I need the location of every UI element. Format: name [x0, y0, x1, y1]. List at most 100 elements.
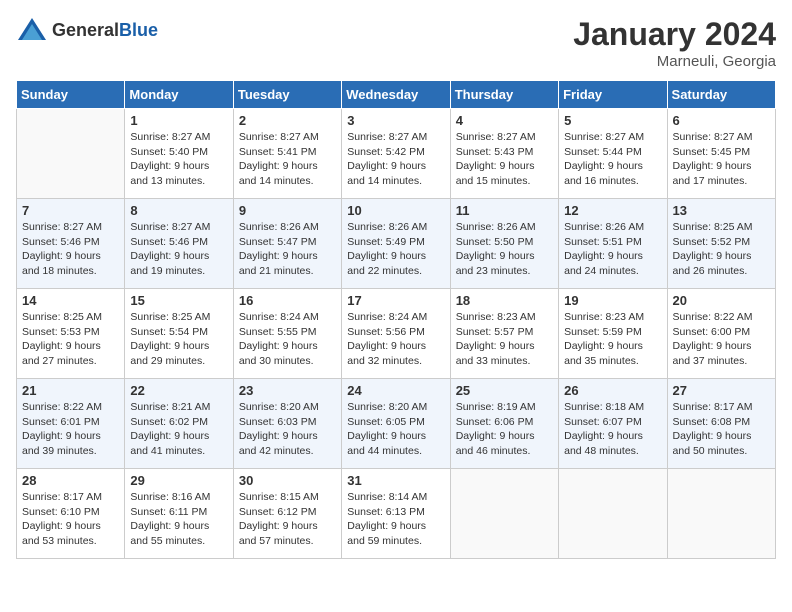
sunrise-text: Sunrise: 8:26 AM [347, 221, 427, 233]
sunset-text: Sunset: 5:46 PM [22, 236, 100, 248]
day-number: 2 [239, 113, 336, 128]
daylight-text: Daylight: 9 hours and 59 minutes. [347, 520, 426, 547]
sunset-text: Sunset: 6:12 PM [239, 506, 317, 518]
day-number: 29 [130, 473, 227, 488]
daylight-text: Daylight: 9 hours and 17 minutes. [673, 160, 752, 187]
page-container: GeneralBlue January 2024 Marneuli, Georg… [16, 16, 776, 559]
table-row: 15 Sunrise: 8:25 AM Sunset: 5:54 PM Dayl… [125, 289, 233, 379]
day-number: 10 [347, 203, 444, 218]
table-row: 30 Sunrise: 8:15 AM Sunset: 6:12 PM Dayl… [233, 469, 341, 559]
sunset-text: Sunset: 5:57 PM [456, 326, 534, 338]
day-number: 13 [673, 203, 770, 218]
table-row: 25 Sunrise: 8:19 AM Sunset: 6:06 PM Dayl… [450, 379, 558, 469]
day-number: 23 [239, 383, 336, 398]
daylight-text: Daylight: 9 hours and 19 minutes. [130, 250, 209, 277]
sunset-text: Sunset: 5:46 PM [130, 236, 208, 248]
sunrise-text: Sunrise: 8:27 AM [564, 131, 644, 143]
title-area: January 2024 Marneuli, Georgia [573, 16, 776, 70]
day-number: 24 [347, 383, 444, 398]
sunset-text: Sunset: 5:42 PM [347, 146, 425, 158]
sunrise-text: Sunrise: 8:26 AM [564, 221, 644, 233]
table-row [559, 469, 667, 559]
logo-blue: Blue [119, 20, 158, 40]
sunrise-text: Sunrise: 8:16 AM [130, 491, 210, 503]
day-number: 20 [673, 293, 770, 308]
table-row: 2 Sunrise: 8:27 AM Sunset: 5:41 PM Dayli… [233, 109, 341, 199]
sunset-text: Sunset: 5:41 PM [239, 146, 317, 158]
sunset-text: Sunset: 5:43 PM [456, 146, 534, 158]
day-number: 9 [239, 203, 336, 218]
sunrise-text: Sunrise: 8:17 AM [673, 401, 753, 413]
daylight-text: Daylight: 9 hours and 29 minutes. [130, 340, 209, 367]
sunrise-text: Sunrise: 8:25 AM [130, 311, 210, 323]
daylight-text: Daylight: 9 hours and 44 minutes. [347, 430, 426, 457]
table-row [17, 109, 125, 199]
table-row: 24 Sunrise: 8:20 AM Sunset: 6:05 PM Dayl… [342, 379, 450, 469]
day-number: 21 [22, 383, 119, 398]
sunset-text: Sunset: 5:49 PM [347, 236, 425, 248]
table-row: 11 Sunrise: 8:26 AM Sunset: 5:50 PM Dayl… [450, 199, 558, 289]
table-row: 12 Sunrise: 8:26 AM Sunset: 5:51 PM Dayl… [559, 199, 667, 289]
sunrise-text: Sunrise: 8:23 AM [456, 311, 536, 323]
table-row: 4 Sunrise: 8:27 AM Sunset: 5:43 PM Dayli… [450, 109, 558, 199]
col-wednesday: Wednesday [342, 81, 450, 109]
table-row: 13 Sunrise: 8:25 AM Sunset: 5:52 PM Dayl… [667, 199, 775, 289]
logo-general: General [52, 20, 119, 40]
day-number: 25 [456, 383, 553, 398]
sunset-text: Sunset: 6:13 PM [347, 506, 425, 518]
col-sunday: Sunday [17, 81, 125, 109]
month-title: January 2024 [573, 16, 776, 53]
daylight-text: Daylight: 9 hours and 33 minutes. [456, 340, 535, 367]
table-row: 26 Sunrise: 8:18 AM Sunset: 6:07 PM Dayl… [559, 379, 667, 469]
sunset-text: Sunset: 6:07 PM [564, 416, 642, 428]
sunrise-text: Sunrise: 8:18 AM [564, 401, 644, 413]
sunrise-text: Sunrise: 8:25 AM [673, 221, 753, 233]
table-row [667, 469, 775, 559]
sunset-text: Sunset: 5:45 PM [673, 146, 751, 158]
daylight-text: Daylight: 9 hours and 16 minutes. [564, 160, 643, 187]
sunset-text: Sunset: 5:56 PM [347, 326, 425, 338]
sunset-text: Sunset: 6:03 PM [239, 416, 317, 428]
sunset-text: Sunset: 6:06 PM [456, 416, 534, 428]
table-row: 31 Sunrise: 8:14 AM Sunset: 6:13 PM Dayl… [342, 469, 450, 559]
sunset-text: Sunset: 5:40 PM [130, 146, 208, 158]
calendar-table: Sunday Monday Tuesday Wednesday Thursday… [16, 80, 776, 559]
sunset-text: Sunset: 6:00 PM [673, 326, 751, 338]
day-number: 27 [673, 383, 770, 398]
header: GeneralBlue January 2024 Marneuli, Georg… [16, 16, 776, 70]
day-number: 3 [347, 113, 444, 128]
table-row: 27 Sunrise: 8:17 AM Sunset: 6:08 PM Dayl… [667, 379, 775, 469]
table-row: 6 Sunrise: 8:27 AM Sunset: 5:45 PM Dayli… [667, 109, 775, 199]
day-number: 11 [456, 203, 553, 218]
sunrise-text: Sunrise: 8:24 AM [347, 311, 427, 323]
sunrise-text: Sunrise: 8:22 AM [22, 401, 102, 413]
sunset-text: Sunset: 5:54 PM [130, 326, 208, 338]
calendar-week-row: 1 Sunrise: 8:27 AM Sunset: 5:40 PM Dayli… [17, 109, 776, 199]
location-title: Marneuli, Georgia [573, 53, 776, 70]
table-row: 17 Sunrise: 8:24 AM Sunset: 5:56 PM Dayl… [342, 289, 450, 379]
table-row: 20 Sunrise: 8:22 AM Sunset: 6:00 PM Dayl… [667, 289, 775, 379]
day-number: 31 [347, 473, 444, 488]
sunrise-text: Sunrise: 8:27 AM [130, 221, 210, 233]
daylight-text: Daylight: 9 hours and 53 minutes. [22, 520, 101, 547]
table-row: 23 Sunrise: 8:20 AM Sunset: 6:03 PM Dayl… [233, 379, 341, 469]
sunrise-text: Sunrise: 8:27 AM [456, 131, 536, 143]
table-row: 21 Sunrise: 8:22 AM Sunset: 6:01 PM Dayl… [17, 379, 125, 469]
daylight-text: Daylight: 9 hours and 24 minutes. [564, 250, 643, 277]
sunset-text: Sunset: 5:59 PM [564, 326, 642, 338]
day-number: 15 [130, 293, 227, 308]
daylight-text: Daylight: 9 hours and 14 minutes. [239, 160, 318, 187]
daylight-text: Daylight: 9 hours and 21 minutes. [239, 250, 318, 277]
sunset-text: Sunset: 5:51 PM [564, 236, 642, 248]
sunrise-text: Sunrise: 8:27 AM [673, 131, 753, 143]
daylight-text: Daylight: 9 hours and 30 minutes. [239, 340, 318, 367]
sunset-text: Sunset: 6:02 PM [130, 416, 208, 428]
day-number: 12 [564, 203, 661, 218]
day-number: 28 [22, 473, 119, 488]
table-row: 5 Sunrise: 8:27 AM Sunset: 5:44 PM Dayli… [559, 109, 667, 199]
sunset-text: Sunset: 5:44 PM [564, 146, 642, 158]
daylight-text: Daylight: 9 hours and 14 minutes. [347, 160, 426, 187]
daylight-text: Daylight: 9 hours and 46 minutes. [456, 430, 535, 457]
day-number: 1 [130, 113, 227, 128]
header-row: Sunday Monday Tuesday Wednesday Thursday… [17, 81, 776, 109]
